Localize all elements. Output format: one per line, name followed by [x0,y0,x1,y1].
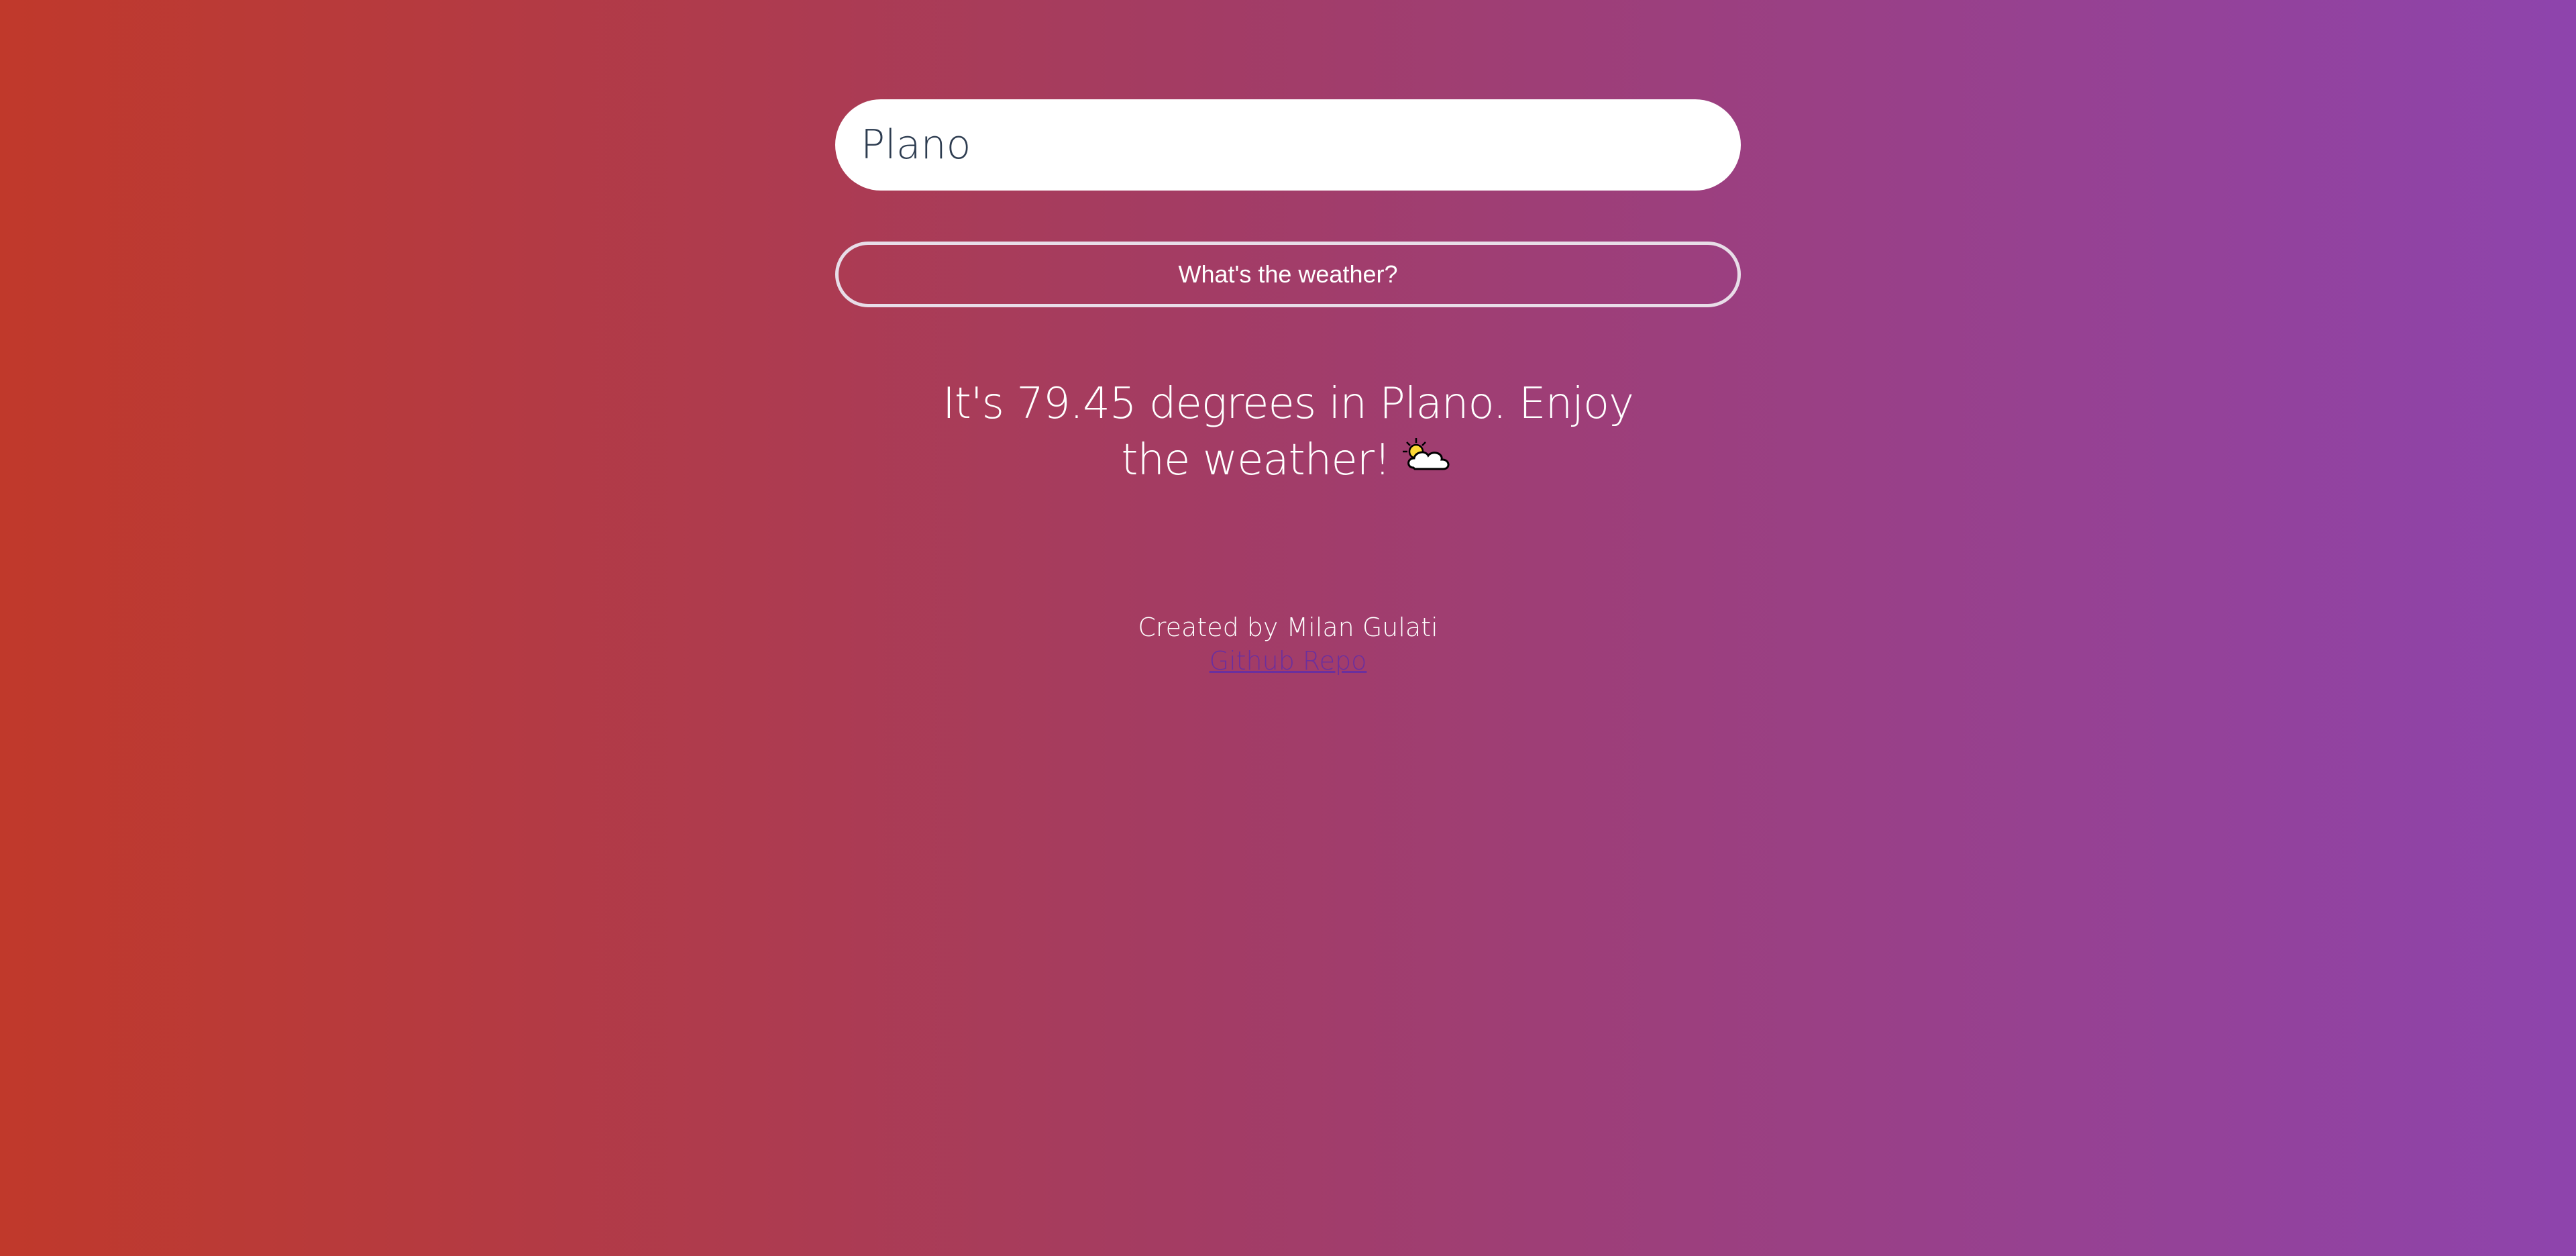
footer: Created by Milan Gulati Github Repo [835,611,1741,678]
whats-the-weather-button[interactable]: What's the weather? [835,242,1741,307]
city-search-input[interactable] [835,99,1741,191]
weather-app: What's the weather? It's 79.45 degrees i… [835,99,1741,678]
footer-credit: Created by Milan Gulati [1138,613,1438,642]
weather-result: It's 79.45 degrees in Plano. Enjoy the w… [835,376,1741,488]
weather-result-text: It's 79.45 degrees in Plano. Enjoy the w… [943,379,1634,485]
github-repo-link[interactable]: Github Repo [1210,646,1367,676]
sun-behind-cloud-icon [1401,435,1455,475]
